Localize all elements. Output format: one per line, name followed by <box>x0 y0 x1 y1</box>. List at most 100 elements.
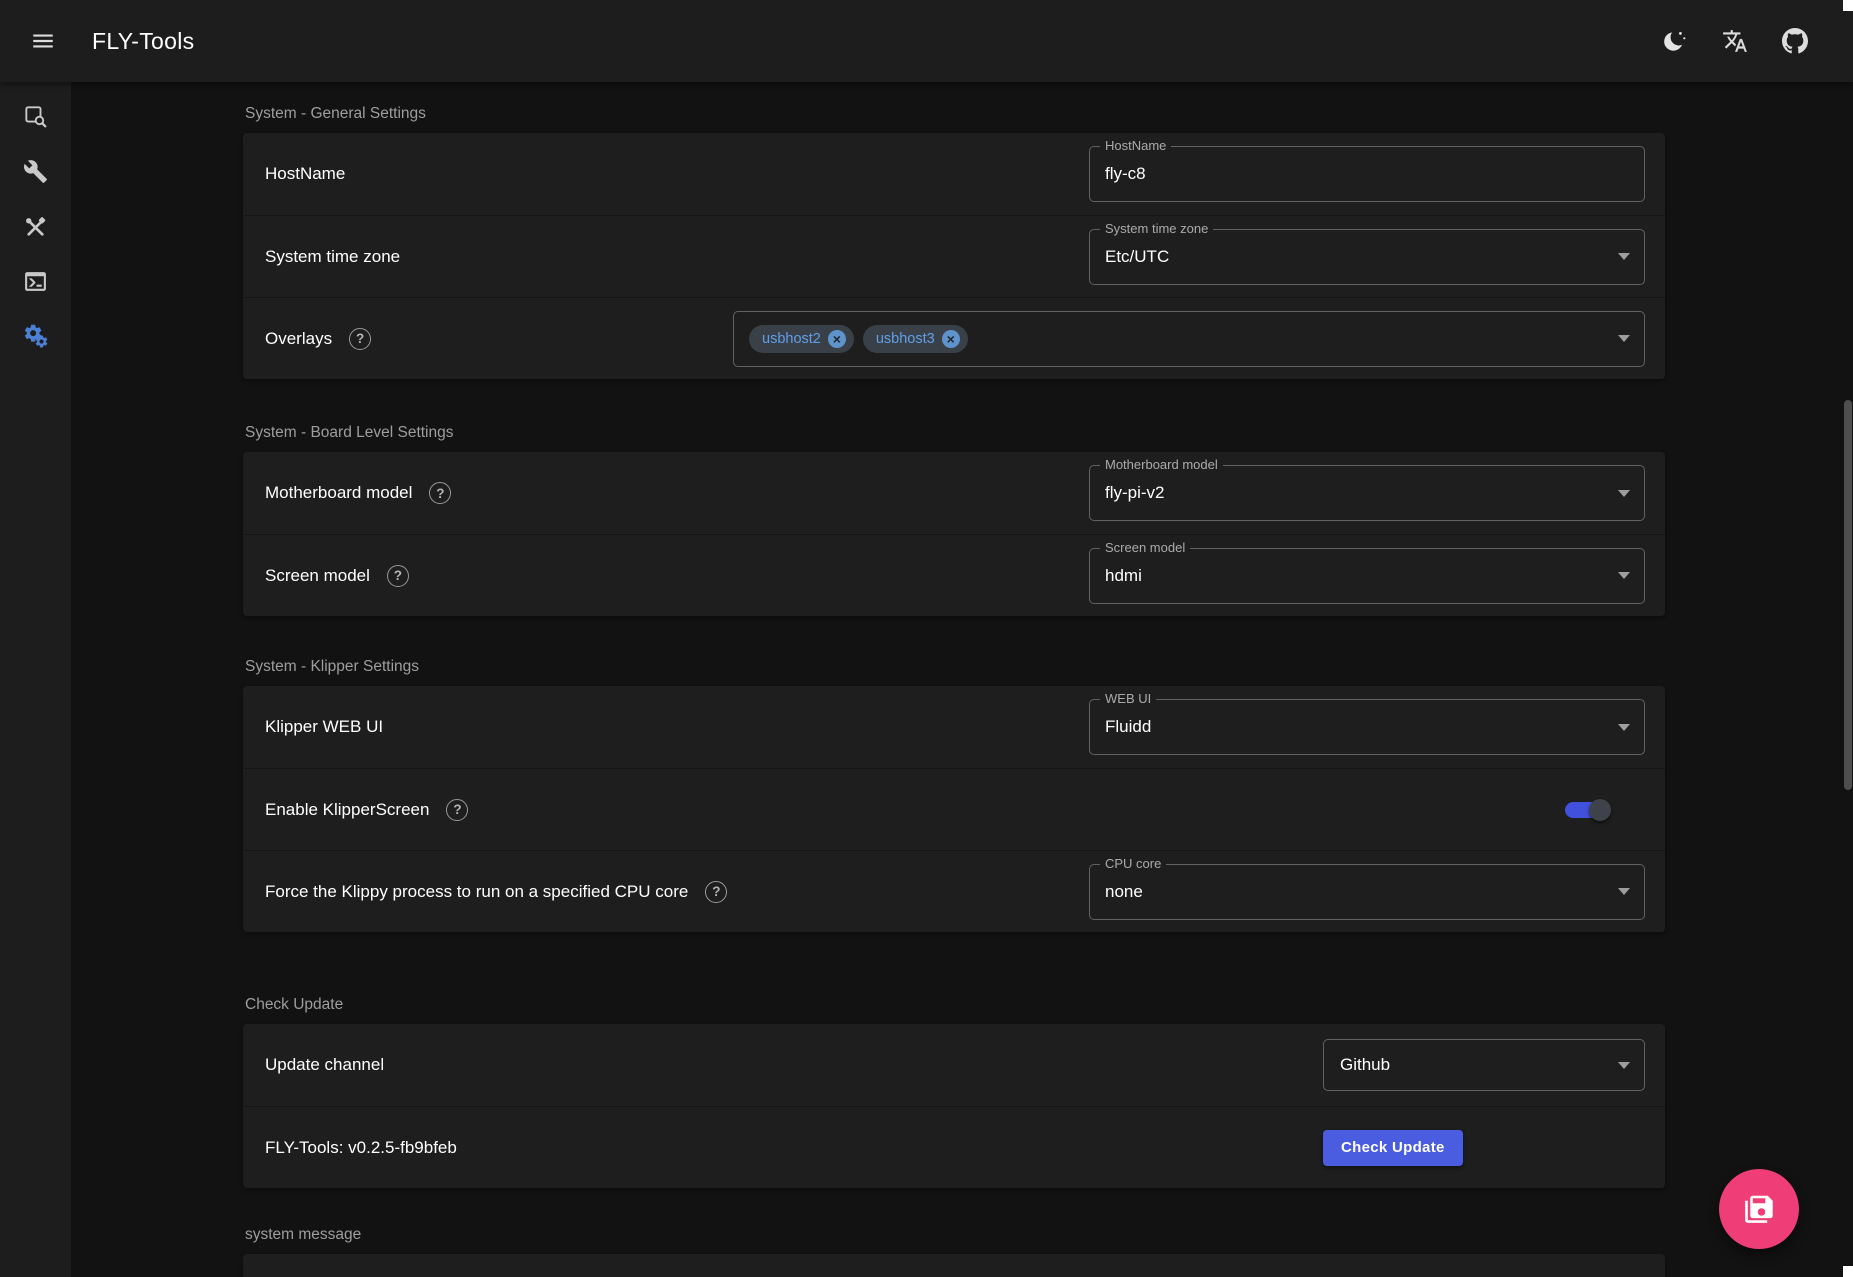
motherboard-select[interactable]: Motherboard model fly-pi-v2 <box>1089 465 1645 521</box>
scroll-down-arrow[interactable] <box>1843 1266 1853 1277</box>
help-icon[interactable]: ? <box>429 482 451 504</box>
chip-usbhost2[interactable]: usbhost2 × <box>749 325 854 353</box>
section-system-message: system message <box>243 1225 1665 1277</box>
setting-row-motherboard: Motherboard model ? Motherboard model fl… <box>243 452 1665 534</box>
row-label: HostName <box>265 164 345 184</box>
help-icon[interactable]: ? <box>349 328 371 350</box>
github-button[interactable] <box>1771 17 1819 65</box>
overlays-select[interactable]: usbhost2 × usbhost3 × <box>733 311 1645 367</box>
section-title: System - Board Level Settings <box>245 423 1665 442</box>
fly-tools-app: FLY-Tools <box>0 0 1853 1277</box>
section-general-settings: System - General Settings HostName HostN… <box>243 104 1665 379</box>
setting-row-overlays: Overlays ? usbhost2 × usbhost3 <box>243 297 1665 379</box>
setting-row-cpu-core: Force the Klippy process to run on a spe… <box>243 850 1665 932</box>
sidebar-item-config[interactable] <box>12 147 60 195</box>
github-icon <box>1782 28 1808 54</box>
timezone-select[interactable]: System time zone Etc/UTC <box>1089 229 1645 285</box>
setting-row-webui: Klipper WEB UI WEB UI Fluidd <box>243 686 1665 768</box>
sidebar-item-tools[interactable] <box>12 202 60 250</box>
setting-row-screen: Screen model ? Screen model hdmi <box>243 534 1665 616</box>
chevron-down-icon <box>1618 253 1630 260</box>
moon-icon <box>1662 28 1688 54</box>
webui-select[interactable]: WEB UI Fluidd <box>1089 699 1645 755</box>
save-all-icon <box>1742 1192 1776 1226</box>
help-icon[interactable]: ? <box>705 881 727 903</box>
console-icon <box>23 269 48 294</box>
translate-button[interactable] <box>1711 17 1759 65</box>
row-label: System time zone <box>265 247 400 267</box>
chevron-down-icon <box>1618 724 1630 731</box>
appbar-actions <box>1651 17 1819 65</box>
setting-row-hostname: HostName HostName <box>243 133 1665 215</box>
setting-row-timezone: System time zone System time zone Etc/UT… <box>243 215 1665 297</box>
card-board-settings: Motherboard model ? Motherboard model fl… <box>243 452 1665 616</box>
menu-button[interactable] <box>19 17 67 65</box>
switch-thumb <box>1589 799 1611 821</box>
klipperscreen-switch[interactable] <box>1565 802 1605 818</box>
dark-mode-button[interactable] <box>1651 17 1699 65</box>
archive-search-icon <box>23 104 48 129</box>
row-label: Force the Klippy process to run on a spe… <box>265 882 688 902</box>
check-update-button[interactable]: Check Update <box>1323 1130 1463 1166</box>
hostname-input[interactable] <box>1105 164 1630 184</box>
help-icon[interactable]: ? <box>446 799 468 821</box>
wrench-icon <box>23 159 48 184</box>
help-icon[interactable]: ? <box>387 565 409 587</box>
chevron-down-icon <box>1618 335 1630 342</box>
section-board-settings: System - Board Level Settings Motherboar… <box>243 423 1665 616</box>
section-klipper-settings: System - Klipper Settings Klipper WEB UI… <box>243 657 1665 932</box>
row-label: Screen model <box>265 566 370 586</box>
card-check-update: Update channel Github FLY-Tools: v0.2.5-… <box>243 1024 1665 1188</box>
select-value: fly-pi-v2 <box>1105 483 1165 503</box>
row-label: Overlays <box>265 329 332 349</box>
row-label: Enable KlipperScreen <box>265 800 429 820</box>
main-content: System - General Settings HostName HostN… <box>71 82 1853 1277</box>
save-fab[interactable] <box>1719 1169 1799 1249</box>
sidebar-item-terminal[interactable] <box>12 257 60 305</box>
section-title: system message <box>245 1225 1665 1244</box>
row-label: Klipper WEB UI <box>265 717 383 737</box>
chevron-down-icon <box>1618 490 1630 497</box>
hamburger-icon <box>30 28 56 54</box>
setting-row-klipperscreen: Enable KlipperScreen ? <box>243 768 1665 850</box>
section-title: Check Update <box>245 995 1665 1014</box>
app-bar: FLY-Tools <box>0 0 1853 82</box>
setting-row-update-channel: Update channel Github <box>243 1024 1665 1106</box>
select-value: Github <box>1340 1055 1390 1075</box>
select-value: Etc/UTC <box>1105 247 1169 267</box>
chevron-down-icon <box>1618 888 1630 895</box>
row-label: Update channel <box>265 1055 384 1075</box>
scrollbar-thumb[interactable] <box>1844 400 1852 790</box>
cogs-icon <box>23 323 49 349</box>
chip-close-icon[interactable]: × <box>828 330 846 348</box>
screen-select[interactable]: Screen model hdmi <box>1089 548 1645 604</box>
overlay-chips: usbhost2 × usbhost3 × <box>749 325 968 353</box>
field-floating-label: Motherboard model <box>1100 457 1223 472</box>
chevron-down-icon <box>1618 1062 1630 1069</box>
chip-usbhost3[interactable]: usbhost3 × <box>863 325 968 353</box>
update-channel-select[interactable]: Github <box>1323 1039 1645 1091</box>
field-floating-label: HostName <box>1100 138 1171 153</box>
row-label: Motherboard model <box>265 483 412 503</box>
scroll-up-arrow[interactable] <box>1843 0 1853 11</box>
sidebar-item-info[interactable] <box>12 92 60 140</box>
chip-close-icon[interactable]: × <box>942 330 960 348</box>
chip-label: usbhost3 <box>876 331 935 347</box>
translate-icon <box>1722 28 1748 54</box>
hostname-field[interactable]: HostName <box>1089 146 1645 202</box>
select-value: Fluidd <box>1105 717 1151 737</box>
card-system-message <box>243 1254 1665 1277</box>
select-value: hdmi <box>1105 566 1142 586</box>
chevron-down-icon <box>1618 572 1630 579</box>
cpu-core-select[interactable]: CPU core none <box>1089 864 1645 920</box>
section-check-update: Check Update Update channel Github <box>243 995 1665 1188</box>
field-floating-label: System time zone <box>1100 221 1213 236</box>
card-klipper-settings: Klipper WEB UI WEB UI Fluidd Enable Klip… <box>243 686 1665 932</box>
field-floating-label: WEB UI <box>1100 691 1156 706</box>
sidebar-item-settings[interactable] <box>12 312 60 360</box>
scrollbar[interactable] <box>1843 0 1853 1277</box>
section-title: System - Klipper Settings <box>245 657 1665 676</box>
hammer-wrench-icon <box>23 214 48 239</box>
setting-row-version: FLY-Tools: v0.2.5-fb9bfeb Check Update <box>243 1106 1665 1188</box>
chip-label: usbhost2 <box>762 331 821 347</box>
